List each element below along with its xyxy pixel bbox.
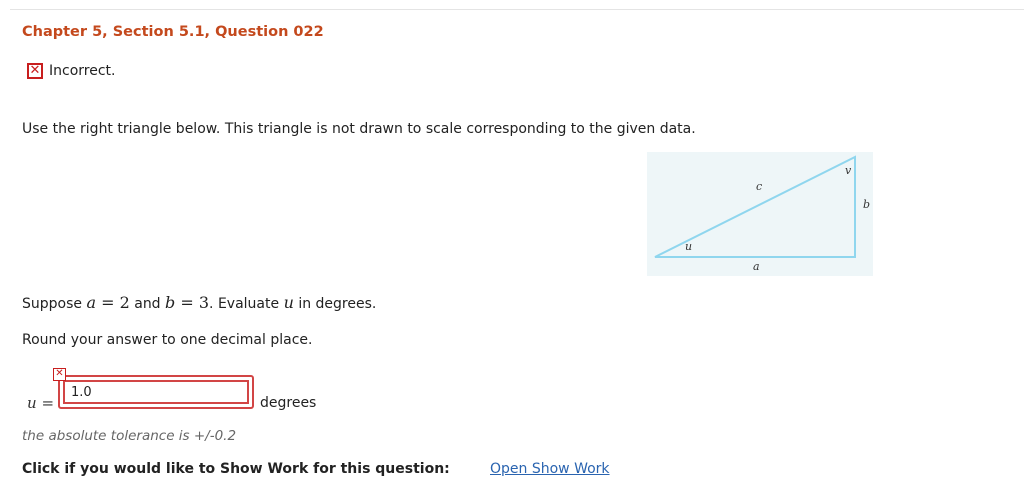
right-triangle-figure: u v a b c (647, 152, 873, 276)
round-instruction: Round your answer to one decimal place. (22, 332, 313, 348)
question-prefix: Suppose (22, 296, 83, 312)
question-suffix: in degrees. (298, 296, 377, 312)
angle-u-label: u (685, 240, 693, 253)
tolerance-text: the absolute tolerance is +/-0.2 (22, 428, 237, 444)
status-text: Incorrect. (49, 63, 116, 79)
show-work-prompt: Click if you would like to Show Work for… (22, 461, 450, 477)
side-b-label: b (863, 198, 871, 211)
triangle-diagram (654, 155, 856, 258)
value-b: = 3 (175, 293, 210, 312)
open-show-work-link[interactable]: Open Show Work (490, 461, 610, 477)
answer-status: ✕ Incorrect. (27, 63, 115, 79)
question-evaluate: . Evaluate (209, 296, 280, 312)
var-a: a (86, 293, 97, 312)
var-u: u (283, 293, 294, 312)
answer-input[interactable] (63, 380, 249, 404)
side-c-label: c (756, 180, 763, 193)
question-and: and (134, 296, 161, 312)
answer-label: u = (27, 394, 54, 412)
instruction-text: Use the right triangle below. This trian… (22, 121, 696, 137)
incorrect-x-icon: ✕ (27, 63, 43, 79)
answer-incorrect-icon: ✕ (53, 368, 66, 381)
top-divider (10, 9, 1024, 10)
side-a-label: a (753, 260, 760, 273)
answer-units: degrees (260, 395, 317, 411)
angle-v-label: v (845, 164, 852, 177)
var-b: b (165, 293, 176, 312)
answer-label-var: u (27, 394, 37, 412)
answer-label-eq: = (36, 394, 55, 412)
question-title: Chapter 5, Section 5.1, Question 022 (22, 24, 324, 40)
value-a: = 2 (96, 293, 130, 312)
question-text: Suppose a = 2 and b = 3. Evaluate u in d… (22, 293, 376, 312)
answer-field-frame (58, 375, 254, 409)
